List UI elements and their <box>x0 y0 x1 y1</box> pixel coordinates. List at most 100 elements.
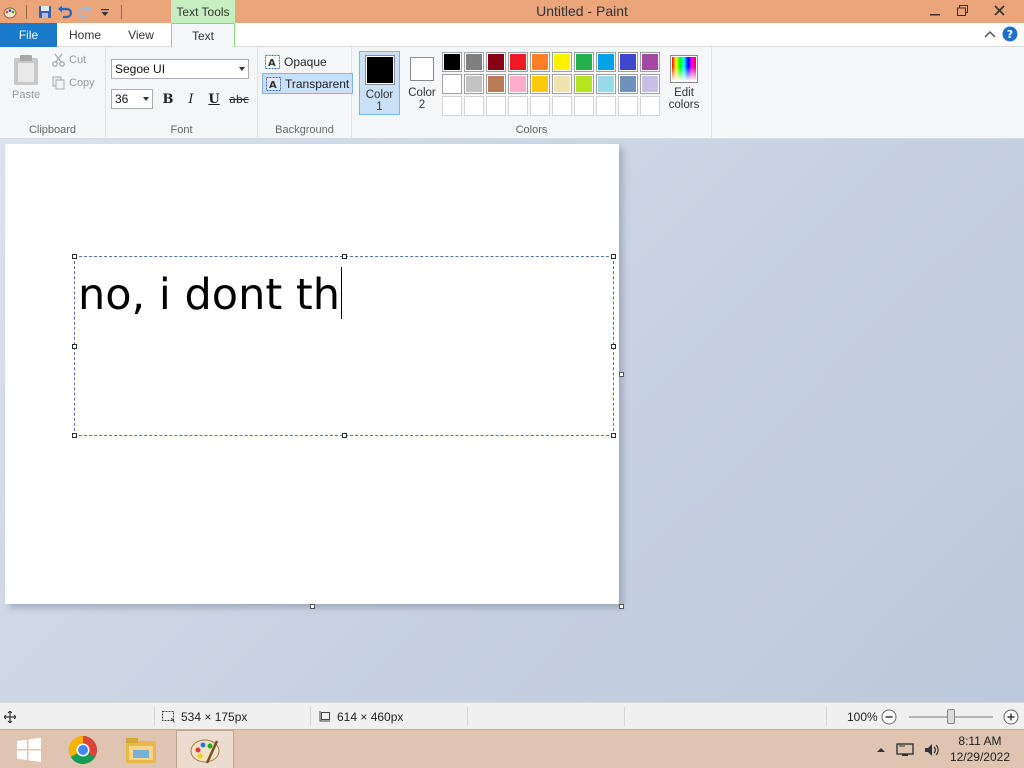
palette-custom-slot[interactable] <box>508 96 528 116</box>
palette-custom-slot[interactable] <box>618 96 638 116</box>
palette-custom-slot[interactable] <box>574 96 594 116</box>
paste-label: Paste <box>12 89 41 101</box>
palette-swatch[interactable] <box>640 74 660 94</box>
palette-swatch-fill <box>532 54 548 70</box>
font-family-select[interactable]: Segoe UI <box>111 59 249 79</box>
customize-qat-icon[interactable] <box>95 2 115 22</box>
canvas-resize-handle-e[interactable] <box>619 372 624 377</box>
file-explorer-taskbar-button[interactable] <box>112 730 170 768</box>
italic-button[interactable]: I <box>181 90 201 110</box>
paint-app-icon[interactable] <box>0 2 20 22</box>
close-button[interactable] <box>982 0 1016 21</box>
palette-swatch-fill <box>554 98 570 114</box>
tab-view[interactable]: View <box>113 23 169 47</box>
palette-swatch[interactable] <box>464 74 484 94</box>
tab-home[interactable]: Home <box>57 23 113 47</box>
save-icon[interactable] <box>35 2 55 22</box>
resize-handle-w[interactable] <box>72 344 77 349</box>
color2-button[interactable]: Color 2 <box>402 51 442 115</box>
zoom-out-icon <box>881 709 897 724</box>
resize-handle-se[interactable] <box>611 433 616 438</box>
palette-custom-slot[interactable] <box>552 96 572 116</box>
undo-icon[interactable] <box>55 2 75 22</box>
color1-swatch <box>364 55 395 85</box>
palette-custom-slot[interactable] <box>464 96 484 116</box>
show-hidden-icons-icon[interactable] <box>876 746 886 754</box>
bold-button[interactable]: B <box>158 90 178 110</box>
paste-button[interactable] <box>12 54 40 89</box>
palette-swatch[interactable] <box>464 52 484 72</box>
font-size-select[interactable]: 36 <box>111 89 153 109</box>
color1-button[interactable]: Color 1 <box>359 51 400 115</box>
resize-handle-e[interactable] <box>611 344 616 349</box>
start-button[interactable] <box>0 730 58 768</box>
zoom-in-button[interactable] <box>1003 703 1019 730</box>
text-box-content[interactable]: no, i dont th <box>78 265 343 325</box>
zoom-slider-thumb[interactable] <box>947 709 955 724</box>
transparent-option[interactable]: A Transparent <box>262 73 354 94</box>
strikethrough-button[interactable]: abc <box>227 90 251 110</box>
copy-button[interactable]: Copy <box>52 76 95 90</box>
transparent-icon: A <box>266 76 281 91</box>
window-title: Untitled - Paint <box>536 3 628 19</box>
taskbar-clock[interactable]: 8:11 AM 12/29/2022 <box>950 733 1010 765</box>
resize-handle-s[interactable] <box>342 433 347 438</box>
palette-swatch[interactable] <box>618 74 638 94</box>
network-icon[interactable] <box>896 742 914 758</box>
quick-access-toolbar <box>0 0 130 23</box>
palette-custom-slot[interactable] <box>486 96 506 116</box>
resize-handle-ne[interactable] <box>611 254 616 259</box>
edit-colors-button[interactable]: Edit colors <box>664 51 704 115</box>
font-group-label: Font <box>170 124 193 136</box>
chrome-taskbar-button[interactable] <box>54 730 112 768</box>
paste-icon <box>14 55 38 85</box>
palette-swatch[interactable] <box>574 52 594 72</box>
palette-swatch[interactable] <box>552 74 572 94</box>
palette-swatch-fill <box>510 54 526 70</box>
zoom-in-icon <box>1003 709 1019 724</box>
resize-handle-n[interactable] <box>342 254 347 259</box>
underline-button[interactable]: U <box>204 90 224 110</box>
palette-swatch[interactable] <box>508 74 528 94</box>
cut-button[interactable]: Cut <box>52 53 86 67</box>
tab-file[interactable]: File <box>0 23 57 47</box>
restore-button[interactable] <box>946 0 978 21</box>
text-box[interactable]: no, i dont th <box>72 254 616 438</box>
svg-text:A: A <box>269 80 277 91</box>
canvas-resize-handle-se[interactable] <box>619 604 624 609</box>
collapse-ribbon-icon[interactable] <box>984 30 996 38</box>
palette-swatch[interactable] <box>486 52 506 72</box>
palette-custom-slot[interactable] <box>530 96 550 116</box>
palette-swatch[interactable] <box>486 74 506 94</box>
redo-icon[interactable] <box>75 2 95 22</box>
palette-swatch[interactable] <box>552 52 572 72</box>
opaque-option[interactable]: A Opaque <box>262 51 330 72</box>
tab-text[interactable]: Text <box>171 23 235 48</box>
palette-swatch[interactable] <box>442 74 462 94</box>
palette-swatch[interactable] <box>640 52 660 72</box>
drawing-canvas[interactable]: no, i dont th <box>5 144 619 604</box>
edit-colors-label: Edit colors <box>668 87 700 111</box>
palette-swatch[interactable] <box>530 74 550 94</box>
resize-handle-nw[interactable] <box>72 254 77 259</box>
palette-swatch[interactable] <box>530 52 550 72</box>
help-icon[interactable]: ? <box>1002 26 1018 42</box>
zoom-out-button[interactable] <box>881 703 897 730</box>
palette-swatch[interactable] <box>508 52 528 72</box>
cut-label: Cut <box>69 54 87 66</box>
canvas-workspace[interactable]: no, i dont th <box>0 139 1024 702</box>
palette-swatch-fill <box>444 76 460 92</box>
palette-swatch[interactable] <box>596 74 616 94</box>
paint-taskbar-button[interactable] <box>176 730 234 768</box>
canvas-resize-handle-s[interactable] <box>310 604 315 609</box>
ribbon-tab-row: File Home View Text ? <box>0 23 1024 48</box>
palette-custom-slot[interactable] <box>596 96 616 116</box>
palette-swatch[interactable] <box>618 52 638 72</box>
palette-swatch[interactable] <box>442 52 462 72</box>
volume-icon[interactable] <box>924 742 940 758</box>
palette-swatch[interactable] <box>574 74 594 94</box>
palette-swatch[interactable] <box>596 52 616 72</box>
resize-handle-sw[interactable] <box>72 433 77 438</box>
palette-custom-slot[interactable] <box>442 96 462 116</box>
palette-custom-slot[interactable] <box>640 96 660 116</box>
